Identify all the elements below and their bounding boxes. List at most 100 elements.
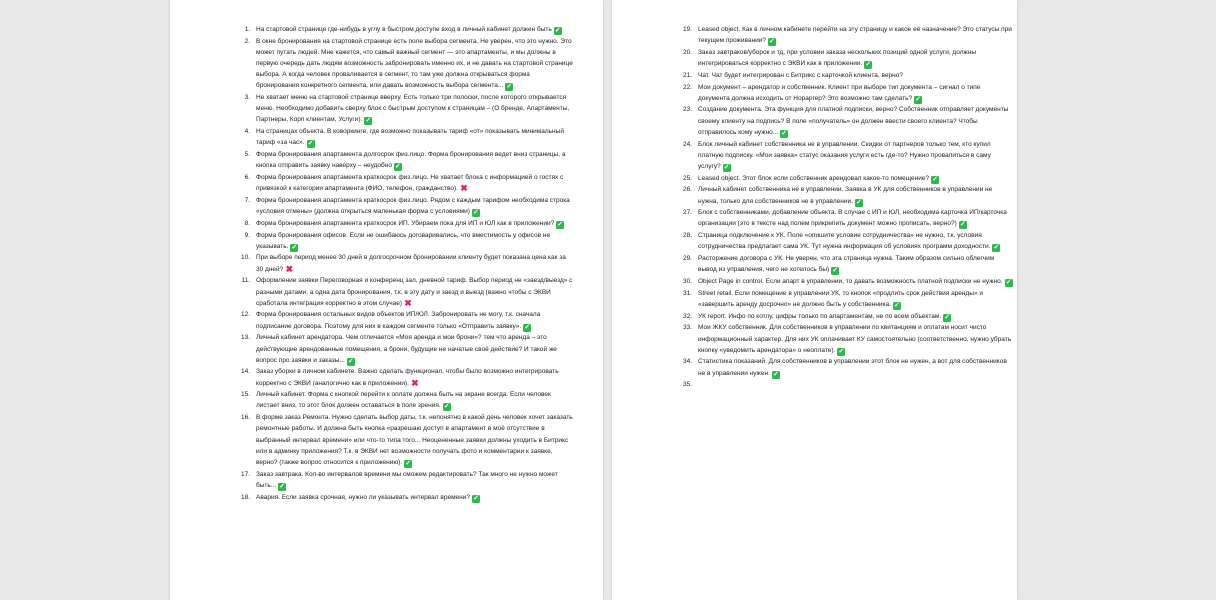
list-item: 24. Блок личный кабинет собственника не в… <box>612 139 1017 172</box>
item-text: Оформление заявки Переговорная и конфере… <box>256 277 573 307</box>
list-item: 26. Личный кабинет собственника не в упра… <box>612 184 1017 207</box>
list-item: 8. Форма бронирования апартамента краткос… <box>170 218 603 229</box>
item-number: 17. <box>240 470 250 478</box>
list-item: 12. Форма бронирования остальных видов об… <box>170 309 603 332</box>
item-number: 33. <box>682 324 692 332</box>
check-mark-icon: ✓ <box>523 323 532 332</box>
list-item: 34. Статистика показаний. Для собственник… <box>612 356 1017 379</box>
list-item: 30. Object Page in control. Если апарт в … <box>612 276 1017 287</box>
list-item: 4. На страницах объекта. В коворкинге, гд… <box>170 126 603 149</box>
check-mark-icon: ✓ <box>346 357 355 366</box>
item-text: Не хватает меню на стартовой странице вв… <box>256 94 570 124</box>
check-mark-icon: ✓ <box>780 129 789 138</box>
check-mark-icon: ✓ <box>892 301 901 310</box>
item-text: УК report. Инфо по котлу, цифры только п… <box>698 312 942 320</box>
item-number: 24. <box>682 140 692 148</box>
item-text: Личный кабинет арендатора. Чем отличаетс… <box>256 334 557 364</box>
item-text: Блок личный кабинет собственника не в уп… <box>698 140 991 170</box>
item-text: Форма бронирования апартамента долгосрок… <box>256 151 566 170</box>
check-mark-icon: ✓ <box>831 267 840 276</box>
item-text: Заказ завтраков/уборок и тд, при условии… <box>698 48 977 68</box>
list-item: 9. Форма бронирования офисов. Если не оши… <box>170 230 603 252</box>
item-text: Чат. Чат будет интегрирован с Битрикс с … <box>698 71 903 79</box>
check-mark-icon: ✓ <box>290 243 299 252</box>
item-number: 21. <box>682 71 692 79</box>
item-text: Leased object. Этот блок если собственни… <box>698 174 930 182</box>
check-mark-icon: ✓ <box>837 347 846 356</box>
list-item: 2. В окне бронирования на стартовой стран… <box>170 36 603 92</box>
cross-mark-icon: ✖ <box>404 297 412 308</box>
check-mark-icon: ✓ <box>393 163 402 172</box>
check-mark-icon: ✓ <box>556 220 565 229</box>
numbered-list: 1. На стартовой странице где-нибудь в угл… <box>170 24 603 503</box>
item-text: В окне бронирования на стартовой страниц… <box>256 37 573 90</box>
check-mark-icon: ✓ <box>1004 278 1013 287</box>
check-mark-icon: ✓ <box>722 163 731 172</box>
item-text: На стартовой странице где-нибудь в углу … <box>256 26 552 33</box>
item-text: В форме заказ Ремонта. Нужно сделать выб… <box>256 414 573 466</box>
item-text: Мои документ – арендатор и собственник. … <box>698 83 981 102</box>
check-mark-icon: ✓ <box>864 61 873 70</box>
check-mark-icon: ✓ <box>505 83 514 92</box>
check-mark-icon: ✓ <box>472 494 480 503</box>
list-item: 3. Не хватает меню на стартовой странице … <box>170 92 603 126</box>
list-item: 11. Оформление заявки Переговорная и конф… <box>170 275 603 308</box>
cross-mark-icon: ✖ <box>460 183 468 194</box>
document-page-2: 19. Leased object. Как в личном кабинете … <box>612 0 1017 600</box>
item-number: 30. <box>682 277 692 285</box>
list-item: 27. Блок с собственниками, добавление объ… <box>612 207 1017 230</box>
item-text: Личный кабинет собственника не в управле… <box>698 186 993 205</box>
list-item: 31. Street retail. Если помещение в управ… <box>612 288 1017 310</box>
item-number: 25. <box>682 174 692 182</box>
item-number: 3. <box>244 94 250 102</box>
list-item: 17. Заказ завтрака. Кол-во интервалов вре… <box>170 469 603 491</box>
item-number: 31. <box>682 289 692 297</box>
item-number: 35. <box>682 381 692 389</box>
item-number: 10. <box>240 254 250 262</box>
item-text: Авария. Если заявка срочная, нужно ли ук… <box>256 493 470 501</box>
cross-mark-icon: ✖ <box>411 377 419 388</box>
item-text: Мои ЖКУ собственник. Для собственников в… <box>698 324 1012 354</box>
list-item: 16. В форме заказ Ремонта. Нужно сделать … <box>170 412 603 468</box>
list-item: 7. Форма бронирования апартамента краткос… <box>170 195 603 218</box>
item-number: 11. <box>241 277 250 285</box>
list-item: 15. Личный кабинет. Форма с кнопкой перей… <box>170 389 603 412</box>
list-item: 20. Заказ завтраков/уборок и тд, при усло… <box>612 47 1017 70</box>
item-number: 8. <box>244 219 250 227</box>
check-mark-icon: ✓ <box>404 459 413 468</box>
item-text: Street retail. Если помещение в управлен… <box>698 289 984 308</box>
list-item: 18. Авария. Если заявка срочная, нужно ли… <box>170 492 603 503</box>
item-text: Заказ уборки в личном кабинете. Важно сд… <box>256 368 559 387</box>
check-mark-icon: ✓ <box>854 198 863 207</box>
document-viewer: 1. На стартовой странице где-нибудь в угл… <box>0 0 1216 600</box>
check-mark-icon: ✓ <box>306 140 315 149</box>
item-text: Object Page in control. Если апарт в упр… <box>698 277 1003 285</box>
item-number: 28. <box>682 232 692 240</box>
item-text: При выборе период менее 30 дней в долгос… <box>256 254 566 273</box>
item-number: 32. <box>682 312 692 320</box>
check-mark-icon: ✓ <box>442 403 451 412</box>
list-item: 22. Мои документ – арендатор и собственни… <box>612 82 1017 104</box>
check-mark-icon: ✓ <box>943 313 952 322</box>
list-item: 33. Мои ЖКУ собственник. Для собственнико… <box>612 322 1017 356</box>
cross-mark-icon: ✖ <box>285 263 294 274</box>
item-number: 16. <box>240 414 250 422</box>
check-mark-icon: ✓ <box>471 209 480 218</box>
item-text: Статистика показаний. Для собственников … <box>698 358 1007 377</box>
item-number: 15. <box>240 391 250 399</box>
check-mark-icon: ✓ <box>771 370 780 379</box>
document-page-1: 1. На стартовой странице где-нибудь в угл… <box>170 0 603 600</box>
list-item: 29. Расторжение договора с УК. Не уверен,… <box>612 253 1017 276</box>
list-item: 32. УК report. Инфо по котлу, цифры тольк… <box>612 311 1017 322</box>
item-text: Leased object. Как в личном кабинете пер… <box>698 26 1012 45</box>
item-number: 29. <box>682 255 692 263</box>
numbered-list: 19. Leased object. Как в личном кабинете … <box>612 24 1017 388</box>
item-number: 1. <box>244 26 250 33</box>
item-text: Создание документа. Эта функция для плат… <box>698 106 1009 136</box>
item-number: 19. <box>682 26 692 33</box>
check-mark-icon: ✓ <box>278 482 287 491</box>
list-item: 28. Страница подключение к УК. Поле «опиш… <box>612 230 1017 253</box>
item-text: Форма бронирования офисов. Если не ошиба… <box>256 231 551 250</box>
check-mark-icon: ✓ <box>958 221 967 230</box>
list-item: 6. Форма бронирования апартамента краткос… <box>170 172 603 194</box>
